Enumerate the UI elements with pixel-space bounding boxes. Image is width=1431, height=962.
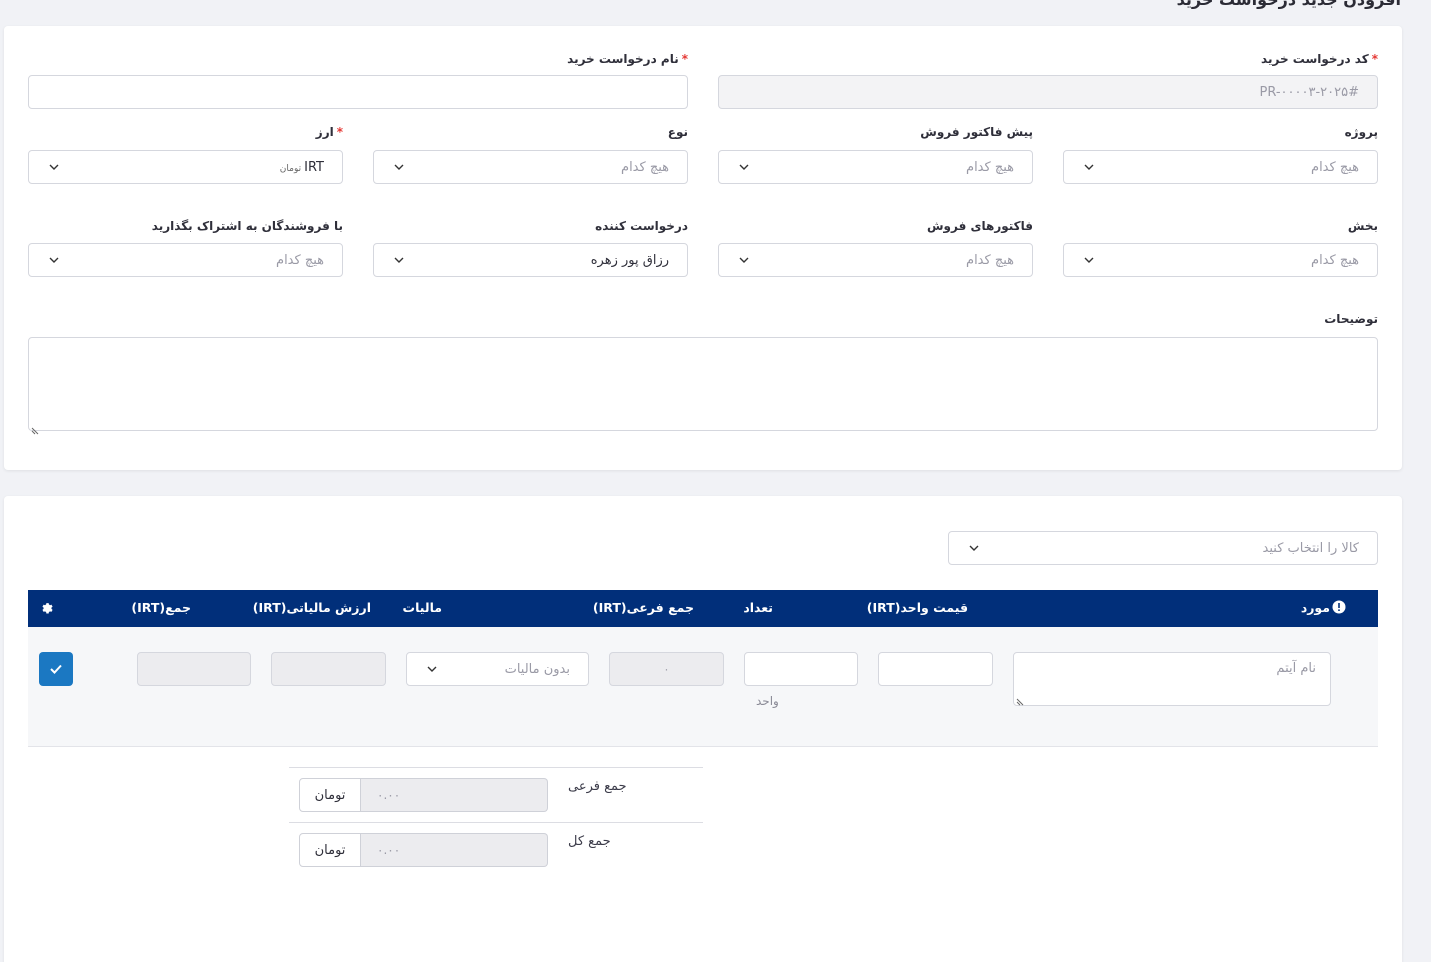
type-label: نوع xyxy=(667,125,688,139)
total-currency: تومان xyxy=(299,833,361,867)
subtotal-label: جمع فرعی xyxy=(568,779,627,794)
check-icon xyxy=(49,660,63,679)
project-label: پروژه xyxy=(1344,125,1378,139)
share-vendors-label: با فروشندگان به اشتراک بگذارید xyxy=(151,219,343,233)
col-item: مورد xyxy=(1300,600,1330,615)
chevron-down-icon xyxy=(425,662,439,676)
item-name-input[interactable]: نام آیتم xyxy=(1013,652,1331,706)
code-label: *کد درخواست خرید xyxy=(1261,52,1378,66)
unit-label: واحد xyxy=(756,694,779,708)
item-select[interactable]: کالا را انتخاب کنید xyxy=(948,531,1378,565)
subtotal-currency: تومان xyxy=(299,778,361,812)
chevron-down-icon xyxy=(967,541,981,555)
requester-label: درخواست کننده xyxy=(595,219,688,233)
currency-name: تومان xyxy=(279,163,302,174)
chevron-down-icon xyxy=(1082,253,1096,267)
col-qty: تعداد xyxy=(743,600,773,615)
resize-handle-icon[interactable] xyxy=(1016,695,1024,706)
col-total: جمع(IRT) xyxy=(131,600,191,615)
currency-select[interactable]: IRTتومان xyxy=(28,150,343,184)
share-vendors-select[interactable]: هیچ کدام xyxy=(28,243,343,277)
tax-select[interactable]: بدون مالیات xyxy=(406,652,589,686)
chevron-down-icon xyxy=(1082,160,1096,174)
chevron-down-icon xyxy=(392,253,406,267)
name-label: *نام درخواست خرید xyxy=(567,52,688,66)
proforma-label: پیش فاکتور فروش xyxy=(920,125,1033,139)
col-tax: مالیات xyxy=(402,600,442,615)
request-form-card: *کد درخواست خرید *نام درخواست خرید #PR-۰… xyxy=(4,26,1402,470)
notes-textarea[interactable] xyxy=(28,337,1378,435)
divider xyxy=(289,767,703,768)
invoices-label: فاکتورهای فروش xyxy=(926,219,1033,233)
department-select[interactable]: هیچ کدام xyxy=(1063,243,1378,277)
gear-icon[interactable] xyxy=(39,600,53,619)
chevron-down-icon xyxy=(737,160,751,174)
resize-handle-icon[interactable] xyxy=(31,420,39,435)
subtotal-group: تومان ۰.۰۰ xyxy=(299,778,548,812)
type-select[interactable]: هیچ کدام xyxy=(373,150,688,184)
items-card: کالا را انتخاب کنید مورد قیمت واحد(IRT) … xyxy=(4,496,1402,962)
total-group: تومان ۰.۰۰ xyxy=(299,833,548,867)
code-field[interactable]: #PR-۰۰۰۰۳-۲۰۲۵ xyxy=(718,75,1378,109)
department-label: بخش xyxy=(1347,219,1378,233)
col-unit-price: قیمت واحد(IRT) xyxy=(866,600,968,615)
chevron-down-icon xyxy=(392,160,406,174)
col-subtotal: جمع فرعی(IRT) xyxy=(592,600,694,615)
col-tax-value: ارزش مالیاتی(IRT) xyxy=(252,600,371,615)
unit-price-input[interactable] xyxy=(878,652,993,686)
confirm-item-button[interactable] xyxy=(39,652,73,686)
qty-input[interactable] xyxy=(744,652,858,686)
subtotal-value: ۰.۰۰ xyxy=(361,778,548,812)
proforma-select[interactable]: هیچ کدام xyxy=(718,150,1033,184)
divider xyxy=(289,822,703,823)
total-value: ۰.۰۰ xyxy=(361,833,548,867)
project-select[interactable]: هیچ کدام xyxy=(1063,150,1378,184)
currency-code: IRT xyxy=(304,159,324,175)
invoices-select[interactable]: هیچ کدام xyxy=(718,243,1033,277)
chevron-down-icon xyxy=(47,160,61,174)
chevron-down-icon xyxy=(737,253,751,267)
info-icon xyxy=(1332,599,1346,618)
name-field[interactable] xyxy=(28,75,688,109)
tax-value-cell xyxy=(271,652,386,686)
total-cell xyxy=(137,652,251,686)
currency-label: *ارز xyxy=(315,125,343,139)
notes-label: توضیحات xyxy=(1324,312,1378,326)
page-title: افزودن جدید درخواست خرید xyxy=(1177,0,1401,9)
table-row: نام آیتم واحد ۰ بدون مالیات xyxy=(28,627,1378,747)
items-table-header: مورد قیمت واحد(IRT) تعداد جمع فرعی(IRT) … xyxy=(28,590,1378,627)
subtotal-cell: ۰ xyxy=(609,652,724,686)
total-label: جمع کل xyxy=(568,834,611,849)
requester-select[interactable]: رزاق پور زهره xyxy=(373,243,688,277)
chevron-down-icon xyxy=(47,253,61,267)
